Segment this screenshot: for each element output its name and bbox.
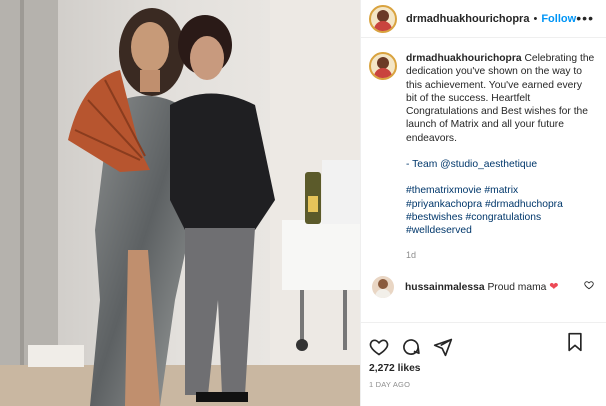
caption-line: endeavors. <box>406 132 457 144</box>
caption-line: bit of the success. Heartfelt <box>406 92 531 104</box>
save-icon[interactable] <box>566 332 584 352</box>
post-sidebar: drmadhuakhourichopra • Follow ••• drmadh… <box>360 0 606 406</box>
post-actions: 2,272 likes 1 DAY AGO <box>361 322 606 406</box>
post-image <box>0 0 360 406</box>
author-username[interactable]: drmadhuakhourichopra <box>406 13 529 25</box>
hashtag-line[interactable]: #thematrixmovie #matrix <box>406 184 596 197</box>
comment-like-icon[interactable] <box>584 280 594 290</box>
commenter-avatar[interactable] <box>372 275 394 298</box>
heart-emoji-icon: ❤ <box>549 281 559 294</box>
separator-dot: • <box>533 12 538 25</box>
post-photo[interactable] <box>0 0 360 406</box>
author-avatar[interactable] <box>369 4 397 33</box>
post-date: 1 DAY AGO <box>369 380 411 389</box>
caption-line: launch of Matrix and all your future <box>406 119 564 131</box>
caption-line: dedication you've shown on the way to <box>406 66 582 78</box>
comment-body: Proud mama <box>487 282 547 294</box>
hashtag-line[interactable]: #bestwishes #congratulations <box>406 211 596 224</box>
caption-time: 1d <box>406 249 417 260</box>
share-icon[interactable] <box>433 337 453 357</box>
follow-button[interactable]: Follow <box>541 13 576 25</box>
caption-avatar[interactable] <box>369 52 397 80</box>
hashtag-line[interactable]: #priyankachopra #drmadhuchopra <box>406 198 596 211</box>
caption-line: Congratulations and Best wishes for the <box>406 106 589 118</box>
hashtag-line[interactable]: #welldeserved <box>406 224 596 237</box>
comment-row: hussainmalessa Proud mama ❤ <box>361 262 606 298</box>
comment-text: hussainmalessa Proud mama ❤ <box>405 280 558 293</box>
like-count[interactable]: 2,272 likes <box>361 363 606 374</box>
caption-line: Celebrating the <box>524 53 595 64</box>
post-header: drmadhuakhourichopra • Follow ••• <box>361 0 606 38</box>
more-options-icon[interactable]: ••• <box>576 10 594 26</box>
caption-line: this achievement. You've earned every <box>406 79 582 91</box>
post-caption: drmadhuakhourichopra Celebrating the ded… <box>361 38 606 262</box>
comment-icon[interactable] <box>401 337 421 357</box>
caption-username[interactable]: drmadhuakhourichopra <box>406 53 522 64</box>
action-bar <box>361 323 606 361</box>
caption-text: drmadhuakhourichopra Celebrating the ded… <box>406 52 596 262</box>
heart-icon[interactable] <box>369 337 389 357</box>
commenter-username[interactable]: hussainmalessa <box>405 282 485 293</box>
team-mention[interactable]: - Team @studio_aesthetique <box>406 158 596 171</box>
